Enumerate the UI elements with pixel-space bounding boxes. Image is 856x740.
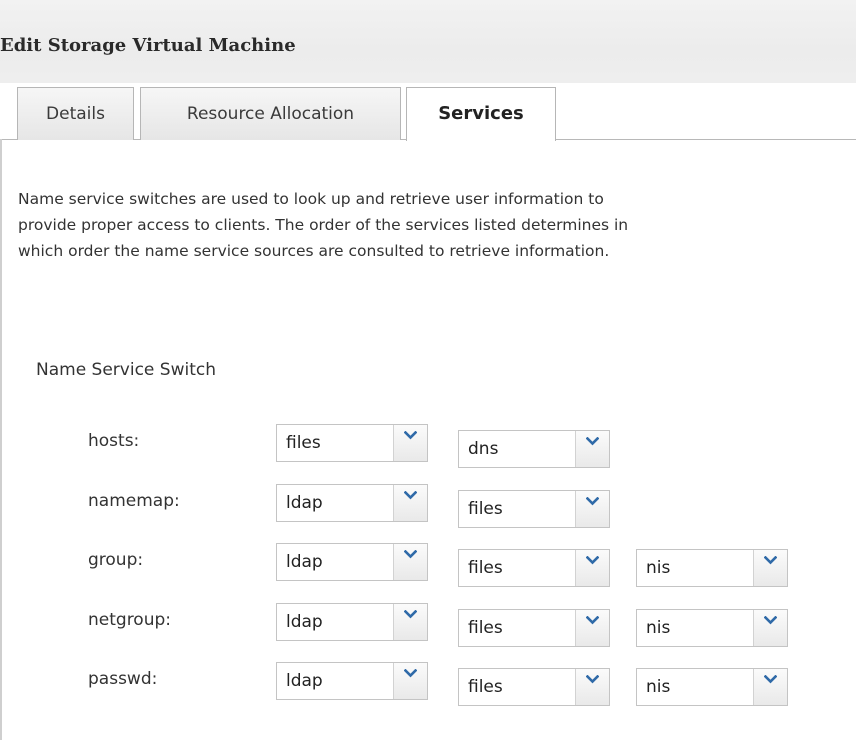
select-value: files	[468, 677, 503, 697]
chevron-down-icon	[404, 669, 417, 678]
chevron-down-icon	[764, 675, 777, 684]
select-value: nis	[646, 677, 671, 697]
row-label-hosts: hosts:	[88, 431, 140, 451]
select-value: ldap	[286, 612, 323, 632]
chevron-down-icon	[404, 610, 417, 619]
chevron-down-icon	[404, 431, 417, 440]
netgroup-source-3-select[interactable]: nis	[636, 609, 788, 647]
namemap-source-1-select[interactable]: ldap	[276, 484, 428, 522]
select-value: files	[468, 558, 503, 578]
hosts-source-2-select[interactable]: dns	[458, 430, 610, 468]
description-line: provide proper access to clients. The or…	[18, 216, 629, 234]
tab-resource-allocation[interactable]: Resource Allocation	[140, 87, 401, 140]
row-label-netgroup: netgroup:	[88, 610, 171, 630]
dropdown-button[interactable]	[575, 491, 609, 527]
name-service-switch-heading: Name Service Switch	[36, 360, 216, 380]
select-value: dns	[468, 439, 499, 459]
select-value: ldap	[286, 493, 323, 513]
dropdown-button[interactable]	[393, 485, 427, 521]
select-value: files	[468, 618, 503, 638]
chevron-down-icon	[586, 675, 599, 684]
dropdown-button[interactable]	[393, 663, 427, 699]
chevron-down-icon	[586, 437, 599, 446]
chevron-down-icon	[586, 616, 599, 625]
dropdown-button[interactable]	[753, 610, 787, 646]
dropdown-button[interactable]	[393, 544, 427, 580]
group-source-1-select[interactable]: ldap	[276, 543, 428, 581]
netgroup-source-1-select[interactable]: ldap	[276, 603, 428, 641]
dropdown-button[interactable]	[575, 610, 609, 646]
chevron-down-icon	[764, 556, 777, 565]
chevron-down-icon	[586, 497, 599, 506]
dropdown-button[interactable]	[393, 604, 427, 640]
passwd-source-1-select[interactable]: ldap	[276, 662, 428, 700]
dropdown-button[interactable]	[575, 669, 609, 705]
dialog-title: Edit Storage Virtual Machine	[0, 35, 296, 56]
dropdown-button[interactable]	[753, 550, 787, 586]
select-value: ldap	[286, 552, 323, 572]
chevron-down-icon	[404, 491, 417, 500]
row-label-passwd: passwd:	[88, 669, 158, 689]
dropdown-button[interactable]	[393, 425, 427, 461]
hosts-source-1-select[interactable]: files	[276, 424, 428, 462]
select-value: nis	[646, 558, 671, 578]
select-value: nis	[646, 618, 671, 638]
services-description: Name service switches are used to look u…	[18, 186, 854, 264]
chevron-down-icon	[404, 550, 417, 559]
chevron-down-icon	[586, 556, 599, 565]
select-value: files	[468, 499, 503, 519]
row-label-group: group:	[88, 550, 144, 570]
dropdown-button[interactable]	[575, 550, 609, 586]
group-source-3-select[interactable]: nis	[636, 549, 788, 587]
description-line: Name service switches are used to look u…	[18, 190, 604, 208]
passwd-source-2-select[interactable]: files	[458, 668, 610, 706]
row-label-namemap: namemap:	[88, 491, 180, 511]
chevron-down-icon	[764, 616, 777, 625]
select-value: ldap	[286, 671, 323, 691]
passwd-source-3-select[interactable]: nis	[636, 668, 788, 706]
dropdown-button[interactable]	[575, 431, 609, 467]
dropdown-button[interactable]	[753, 669, 787, 705]
group-source-2-select[interactable]: files	[458, 549, 610, 587]
content-panel-border	[0, 139, 2, 740]
select-value: files	[286, 433, 321, 453]
tab-services[interactable]: Services	[406, 87, 556, 141]
netgroup-source-2-select[interactable]: files	[458, 609, 610, 647]
namemap-source-2-select[interactable]: files	[458, 490, 610, 528]
description-line: which order the name service sources are…	[18, 242, 610, 260]
tab-details[interactable]: Details	[17, 87, 134, 140]
